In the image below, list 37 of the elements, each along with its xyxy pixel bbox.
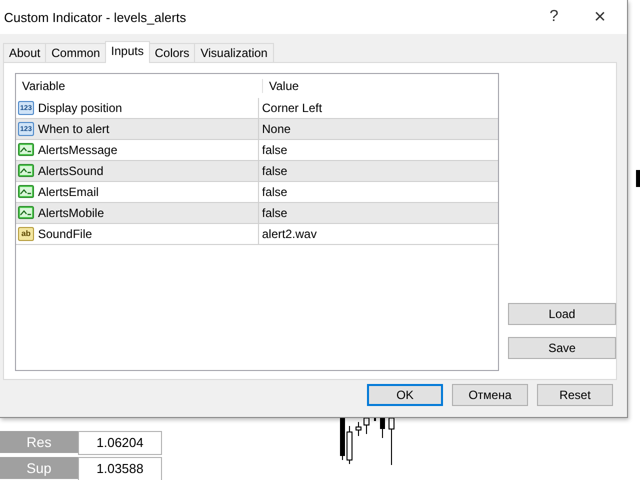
chart-line-icon — [18, 185, 34, 199]
tab[interactable]: Inputs — [105, 41, 150, 63]
chart-line-icon — [18, 164, 34, 178]
variable-name: AlertsEmail — [38, 185, 99, 199]
variable-name: AlertsMessage — [38, 143, 118, 157]
variable-value[interactable]: false — [262, 143, 288, 157]
side-button[interactable]: Load — [508, 303, 616, 325]
level-value: 1.03588 — [78, 457, 162, 480]
variable-name: Display position — [38, 101, 122, 115]
dialog-button[interactable]: Отмена — [452, 384, 528, 406]
dialog-button[interactable]: OK — [367, 384, 443, 406]
level-label: Res — [0, 431, 78, 453]
column-header: Value — [262, 79, 498, 93]
level-value: 1.06204 — [78, 431, 162, 455]
variable-name: AlertsSound — [38, 164, 104, 178]
level-label: Sup — [0, 457, 78, 479]
dialog-button[interactable]: Reset — [537, 384, 613, 406]
variable-value[interactable]: false — [262, 185, 288, 199]
variable-value[interactable]: false — [262, 164, 288, 178]
tab[interactable]: About — [3, 43, 46, 62]
close-button[interactable]: × — [577, 2, 623, 32]
chart-marker — [636, 170, 640, 187]
variable-name: SoundFile — [38, 227, 92, 241]
variable-value[interactable]: false — [262, 206, 288, 220]
side-button[interactable]: Save — [508, 337, 616, 359]
variable-name: When to alert — [38, 122, 110, 136]
chart-line-icon — [18, 143, 34, 157]
chart-line-icon — [18, 206, 34, 220]
tab[interactable]: Visualization — [194, 43, 274, 62]
window-title: Custom Indicator - levels_alerts — [4, 10, 188, 24]
variable-value[interactable]: alert2.wav — [262, 227, 317, 241]
text-type-icon: ab — [18, 227, 34, 241]
variable-value[interactable]: Corner Left — [262, 101, 322, 115]
variable-name: AlertsMobile — [38, 206, 104, 220]
help-button[interactable]: ? — [531, 2, 577, 32]
column-header: Variable — [21, 79, 66, 93]
variable-value[interactable]: None — [262, 122, 291, 136]
